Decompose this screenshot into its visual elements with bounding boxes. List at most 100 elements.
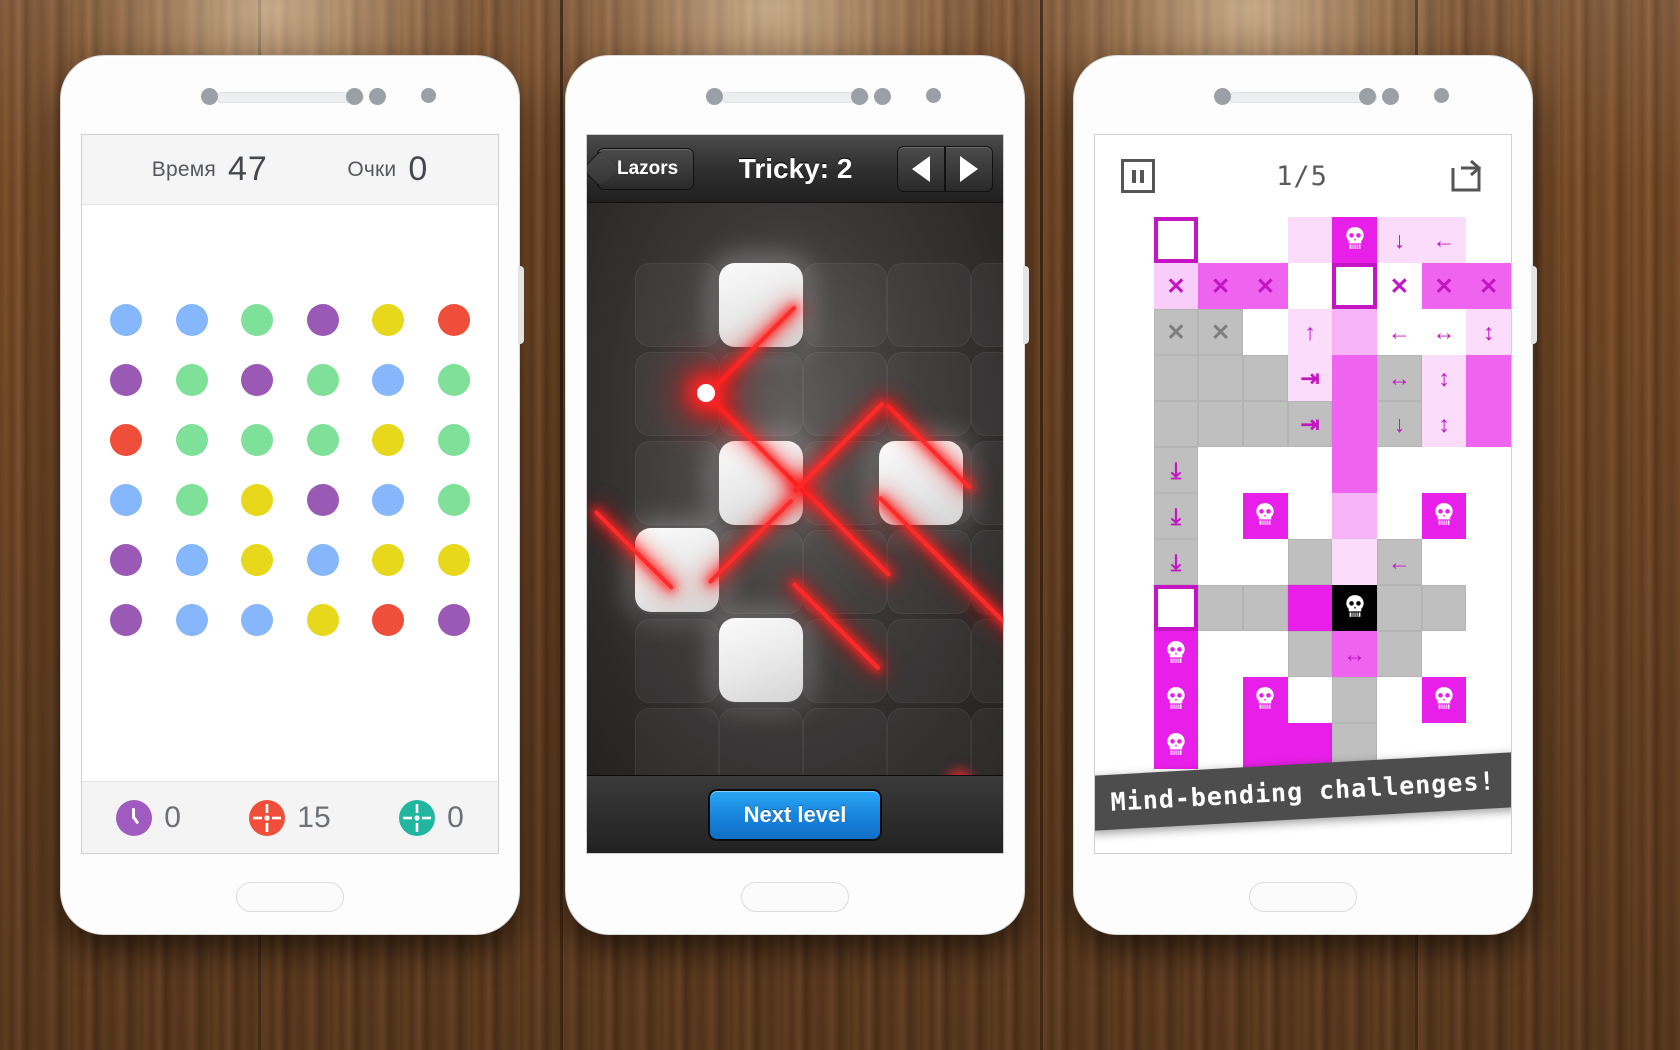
lazors-cell[interactable] [635, 619, 719, 703]
dot-yellow[interactable] [372, 424, 405, 456]
dots-board[interactable] [82, 205, 498, 735]
puzzle-cell[interactable]: ↑ [1287, 309, 1333, 355]
dot-purple[interactable] [306, 304, 339, 336]
puzzle-cell[interactable] [1243, 493, 1288, 539]
puzzle-cell[interactable] [1198, 401, 1243, 447]
puzzle-cell[interactable] [1243, 447, 1288, 493]
puzzle-cell[interactable] [1287, 585, 1333, 631]
dot-yellow[interactable] [241, 484, 274, 516]
puzzle-cell[interactable] [1287, 263, 1333, 309]
lazors-cell[interactable] [803, 708, 887, 775]
lazors-cell[interactable] [635, 708, 719, 775]
puzzle-cell[interactable] [1198, 585, 1243, 631]
puzzle-cell[interactable] [1332, 263, 1377, 309]
dot-purple[interactable] [241, 364, 274, 396]
dot-yellow[interactable] [437, 544, 470, 576]
puzzle-cell[interactable] [1243, 723, 1288, 769]
dot-green[interactable] [437, 484, 470, 516]
dot-blue[interactable] [372, 364, 405, 396]
lazors-cell[interactable] [887, 619, 971, 703]
dot-yellow[interactable] [372, 544, 405, 576]
puzzle-cell[interactable] [1198, 631, 1243, 677]
puzzle-cell[interactable]: ⤓ [1153, 539, 1199, 585]
puzzle-cell[interactable] [1153, 631, 1199, 677]
dot-green[interactable] [437, 364, 470, 396]
dot-blue[interactable] [306, 544, 339, 576]
lazors-cell[interactable] [971, 441, 1003, 525]
puzzle-cell[interactable] [1243, 355, 1288, 401]
dot-red[interactable] [110, 424, 142, 456]
lazors-cell[interactable] [887, 263, 971, 347]
puzzle-cell[interactable] [1198, 493, 1243, 539]
puzzle-cell[interactable] [1198, 355, 1243, 401]
home-button[interactable] [741, 882, 849, 912]
dot-green[interactable] [175, 484, 208, 516]
dot-green[interactable] [437, 424, 470, 456]
lazors-cell[interactable] [887, 708, 971, 775]
dot-yellow[interactable] [306, 604, 339, 636]
lazors-cell[interactable] [803, 352, 887, 436]
next-level-button[interactable] [944, 145, 993, 192]
puzzle-cell[interactable]: ✕ [1377, 263, 1422, 309]
puzzle-cell[interactable] [1377, 631, 1422, 677]
lazors-cell[interactable] [887, 352, 971, 436]
puzzle-cell[interactable] [1287, 539, 1333, 585]
dot-blue[interactable] [175, 604, 208, 636]
puzzle-cell[interactable] [1198, 217, 1243, 263]
puzzle-cell[interactable]: ↕ [1466, 309, 1511, 355]
mirror-block[interactable] [635, 528, 719, 612]
puzzle-cell[interactable] [1198, 447, 1243, 493]
puzzle-cell[interactable] [1421, 677, 1467, 723]
puzzle-cell[interactable] [1421, 585, 1467, 631]
mirror-block[interactable] [719, 441, 803, 525]
puzzle-cell[interactable] [1243, 539, 1288, 585]
puzzle-cell[interactable] [1243, 677, 1288, 723]
mirror-block[interactable] [719, 618, 803, 702]
puzzle-cell[interactable] [1287, 447, 1333, 493]
puzzle-cell[interactable] [1198, 539, 1243, 585]
puzzle-cell[interactable]: ✕ [1198, 309, 1243, 355]
puzzle-cell[interactable]: ← [1377, 309, 1422, 355]
dot-green[interactable] [175, 424, 208, 456]
puzzle-cell[interactable] [1421, 447, 1467, 493]
lazors-cell[interactable] [971, 619, 1003, 703]
dot-purple[interactable] [110, 364, 142, 396]
puzzle-cell[interactable] [1377, 447, 1422, 493]
dot-red[interactable] [437, 304, 470, 336]
dot-purple[interactable] [110, 544, 142, 576]
dot-green[interactable] [175, 364, 208, 396]
puzzle-cell[interactable] [1421, 493, 1467, 539]
puzzle-cell[interactable]: ✕ [1466, 263, 1511, 309]
lazors-cell[interactable] [719, 708, 803, 775]
home-button[interactable] [1249, 882, 1357, 912]
puzzle-cell[interactable] [1466, 401, 1511, 447]
dot-blue[interactable] [175, 304, 208, 336]
puzzle-cell[interactable] [1332, 309, 1377, 355]
puzzle-cell[interactable] [1421, 631, 1467, 677]
puzzle-cell[interactable] [1377, 677, 1422, 723]
puzzle-cell[interactable] [1287, 493, 1333, 539]
puzzle-cell[interactable] [1153, 723, 1199, 769]
puzzle-cell[interactable]: ⤓ [1153, 493, 1199, 539]
lazors-cell[interactable] [803, 263, 887, 347]
puzzle-cell[interactable] [1332, 539, 1377, 585]
puzzle-cell[interactable] [1332, 401, 1377, 447]
dot-green[interactable] [241, 424, 274, 456]
lazors-cell[interactable] [803, 530, 887, 614]
puzzle-cell[interactable] [1332, 355, 1377, 401]
puzzle-cell[interactable]: ✕ [1153, 309, 1199, 355]
puzzle-cell[interactable] [1287, 217, 1333, 263]
lazors-cell[interactable] [971, 352, 1003, 436]
puzzle-cell[interactable]: ⇥ [1287, 401, 1333, 447]
puzzle-cell[interactable] [1198, 723, 1243, 769]
puzzle-cell[interactable] [1153, 355, 1199, 401]
puzzle-cell[interactable] [1243, 401, 1288, 447]
footer-stat[interactable]: 0 [399, 799, 464, 836]
lazors-cell[interactable] [971, 263, 1003, 347]
footer-stat[interactable]: 15 [249, 799, 331, 836]
lazors-cell[interactable] [719, 530, 803, 614]
puzzle-cell[interactable] [1287, 631, 1333, 677]
puzzle-cell[interactable] [1421, 539, 1467, 585]
puzzle-cell[interactable]: ← [1377, 539, 1422, 585]
puzzle-cell[interactable] [1153, 585, 1199, 631]
